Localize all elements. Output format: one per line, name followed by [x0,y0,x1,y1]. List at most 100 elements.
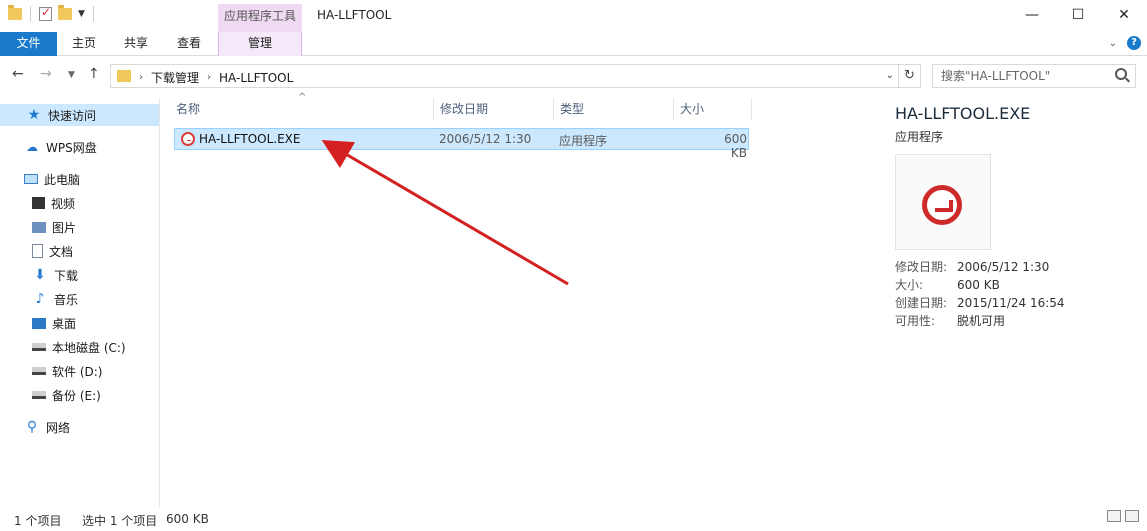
ribbon-right-controls: ⌄ ? [1109,36,1141,50]
nav-item-downloads[interactable]: ⬇ 下载 [32,264,78,286]
nav-item-network[interactable]: ⚲ 网络 [24,416,70,438]
nav-item-label: 软件 (D:) [52,364,103,379]
nav-item-drive-e[interactable]: 备份 (E:) [32,384,101,406]
expand-ribbon-icon[interactable]: ⌄ [1109,38,1117,49]
column-header-type[interactable]: 类型 [554,98,674,120]
preview-thumbnail [895,154,991,250]
window-title: HA-LLFTOOL [317,8,392,22]
property-key: 大小: [895,278,924,292]
close-button[interactable]: ✕ [1101,0,1147,30]
preview-title: HA-LLFTOOL.EXE [895,104,1031,123]
address-row: ← → ▼ ↑ › 下载管理 › HA-LLFTOOL ⌄ ↻ 搜索"HA-LL… [0,62,1147,90]
computer-icon [24,174,38,184]
navigation-pane: ★ 快速访问 ☁ WPS网盘 此电脑 视频 图片 文档 ⬇ 下载 ♪ 音乐 桌面 本地磁… [0,98,160,508]
nav-item-desktop[interactable]: 桌面 [32,312,76,334]
column-header-date[interactable]: 修改日期 [434,98,554,120]
status-selected-size: 600 KB [166,512,209,526]
nav-item-label: 快速访问 [48,108,97,123]
app-icon [181,132,195,146]
annotation-arrow-line [321,139,569,286]
customize-toolbar-dropdown-icon[interactable]: ▼ [78,9,85,19]
title-bar: ▼ 应用程序工具 HA-LLFTOOL — ☐ ✕ [0,0,1147,32]
property-availability: 可用性: 脱机可用 [895,312,1005,329]
nav-item-label: 网络 [46,420,71,435]
star-icon: ★ [27,107,41,123]
minimize-button[interactable]: — [1009,0,1055,30]
details-view-icon[interactable] [1107,510,1121,522]
nav-item-videos[interactable]: 视频 [32,192,75,214]
drive-icon [32,343,46,351]
folder-icon[interactable] [8,5,22,20]
tab-view[interactable]: 查看 [169,32,209,56]
table-row[interactable]: HA-LLFTOOL.EXE 2006/5/12 1:30 应用程序 600 K… [174,128,749,160]
window-controls: — ☐ ✕ [1009,0,1147,30]
maximize-button[interactable]: ☐ [1055,0,1101,30]
nav-item-label: 文档 [49,244,74,259]
status-selected: 选中 1 个项目 [82,514,158,528]
music-icon: ♪ [35,291,45,307]
help-icon[interactable]: ? [1127,36,1141,50]
nav-item-pictures[interactable]: 图片 [32,216,76,238]
property-value: 2015/11/24 16:54 [957,296,1065,310]
properties-icon[interactable] [39,5,52,21]
ribbon-tabs: 文件 主页 共享 查看 管理 ⌄ ? [0,32,1147,56]
nav-item-drive-c[interactable]: 本地磁盘 (C:) [32,336,126,358]
cloud-icon: ☁ [26,140,38,154]
tab-home[interactable]: 主页 [64,32,104,56]
status-bar: 1 个项目 选中 1 个项目 600 KB [0,508,1147,531]
folder-icon [117,70,131,82]
address-bar[interactable]: › 下载管理 › HA-LLFTOOL ⌄ [110,64,899,88]
nav-item-label: 音乐 [54,292,79,307]
property-key: 可用性: [895,314,936,328]
nav-item-music[interactable]: ♪ 音乐 [32,288,78,310]
nav-item-label: 此电脑 [44,172,81,187]
nav-item-label: 图片 [52,220,77,235]
preview-type: 应用程序 [895,130,944,144]
search-icon[interactable] [1115,68,1127,80]
forward-arrow-icon[interactable]: → [40,66,52,82]
up-arrow-icon[interactable]: ↑ [88,66,100,82]
download-icon: ⬇ [34,267,46,283]
property-created: 创建日期: 2015/11/24 16:54 [895,294,1065,311]
breadcrumb-chevron-icon[interactable]: › [139,72,143,83]
breadcrumb-item[interactable]: 下载管理 [151,69,199,86]
tab-share[interactable]: 共享 [116,32,156,56]
preview-pane: HA-LLFTOOL.EXE 应用程序 修改日期: 2006/5/12 1:30 … [895,98,1135,508]
breadcrumb: › 下载管理 › HA-LLFTOOL [139,69,293,86]
nav-item-documents[interactable]: 文档 [32,240,73,262]
property-key: 修改日期: [895,260,948,274]
drive-icon [32,367,46,375]
breadcrumb-chevron-icon[interactable]: › [207,72,211,83]
toolbar-separator [30,6,31,22]
file-size: 600 KB [724,132,747,160]
breadcrumb-item[interactable]: HA-LLFTOOL [219,71,293,85]
recent-locations-chevron-icon[interactable]: ▼ [68,70,75,80]
nav-item-quick-access[interactable]: ★ 快速访问 [0,104,159,126]
video-icon [32,197,45,209]
tab-manage[interactable]: 管理 [218,32,302,56]
new-folder-icon[interactable] [58,5,72,20]
nav-item-drive-d[interactable]: 软件 (D:) [32,360,102,382]
column-header-size[interactable]: 大小 [674,98,752,120]
nav-item-wps-cloud[interactable]: ☁ WPS网盘 [24,136,97,158]
file-type: 应用程序 [559,134,608,148]
tab-file[interactable]: 文件 [0,32,57,56]
large-icons-view-icon[interactable] [1125,510,1139,522]
refresh-button[interactable]: ↻ [899,64,921,88]
search-input[interactable]: 搜索"HA-LLFTOOL" [932,64,1136,88]
drive-icon [32,391,46,399]
nav-item-this-pc[interactable]: 此电脑 [24,168,80,190]
property-key: 创建日期: [895,296,948,310]
nav-item-label: 视频 [51,196,76,211]
back-arrow-icon[interactable]: ← [12,66,24,82]
file-name: HA-LLFTOOL.EXE [199,132,301,146]
toolbar-separator [92,6,94,22]
nav-item-label: 备份 (E:) [52,388,101,403]
quick-access-toolbar: ▼ [8,5,96,22]
nav-item-label: 本地磁盘 (C:) [52,340,126,355]
property-value: 脱机可用 [957,314,1006,328]
address-history-chevron-icon[interactable]: ⌄ [886,70,894,81]
column-header-name[interactable]: 名称 [170,98,434,120]
documents-icon [32,244,43,258]
property-modified: 修改日期: 2006/5/12 1:30 [895,258,1049,275]
